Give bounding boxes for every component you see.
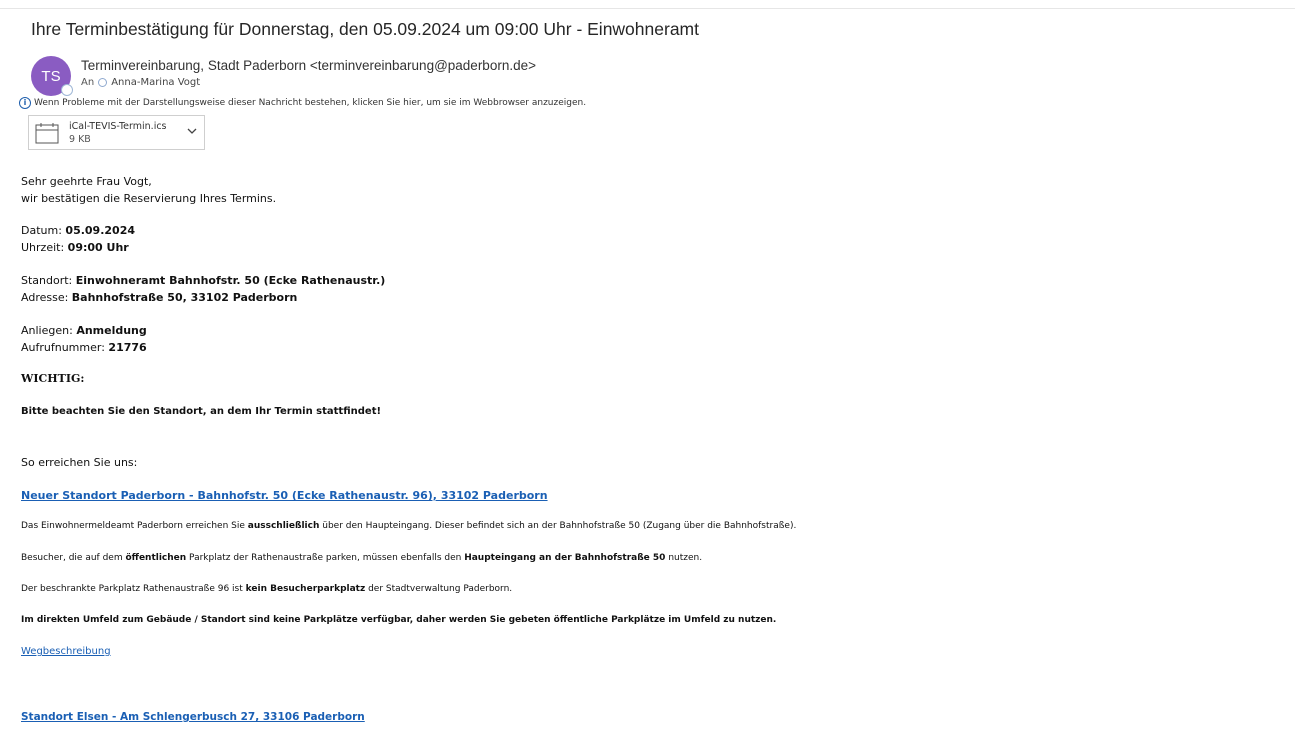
greeting: Sehr geehrte Frau Vogt, xyxy=(21,175,152,188)
p2-text-c: Parkplatz der Rathenaustraße parken, müs… xyxy=(186,553,465,563)
recipient-line: An Anna-Marina Vogt xyxy=(81,77,200,88)
datum-label: Datum: xyxy=(21,224,66,237)
p1-text-b: ausschließlich xyxy=(247,521,320,531)
anliegen-value: Anmeldung xyxy=(76,324,147,337)
uhrzeit-label: Uhrzeit: xyxy=(21,241,68,254)
intro-text: wir bestätigen die Reservierung Ihres Te… xyxy=(21,192,277,205)
standort-value: Einwohneramt Bahnhofstr. 50 (Ecke Rathen… xyxy=(75,274,386,287)
p3-text-b: kein Besucherparkplatz xyxy=(245,584,366,594)
uhrzeit-line: Uhrzeit: 09:00 Uhr xyxy=(21,241,129,254)
to-label: An xyxy=(81,77,95,88)
link-neuer-standort[interactable]: Neuer Standort Paderborn - Bahnhofstr. 5… xyxy=(21,489,548,502)
p2-text-a: Besucher, die auf dem xyxy=(21,553,126,563)
so-erreichen-text: So erreichen Sie uns: xyxy=(21,456,138,469)
recipient-name[interactable]: Anna-Marina Vogt xyxy=(111,77,200,88)
p2-text-d: Haupteingang an der Bahnhofstraße 50 xyxy=(464,553,666,563)
avatar-initials: TS xyxy=(41,67,61,85)
wichtig-heading: WICHTIG: xyxy=(21,372,85,385)
paragraph-parkplatz: Der beschrankte Parkplatz Rathenaustraße… xyxy=(21,584,512,594)
standort-line: Standort: Einwohneramt Bahnhofstr. 50 (E… xyxy=(21,274,385,287)
link-standort-elsen[interactable]: Standort Elsen - Am Schlengerbusch 27, 3… xyxy=(21,711,365,723)
link-wegbeschreibung[interactable]: Wegbeschreibung xyxy=(21,646,111,657)
standort-label: Standort: xyxy=(21,274,76,287)
aufrufnummer-value: 21776 xyxy=(108,341,147,354)
attachment-card[interactable]: iCal-TEVIS-Termin.ics 9 KB xyxy=(28,115,205,150)
email-subject: Ihre Terminbestätigung für Donnerstag, d… xyxy=(31,19,699,39)
adresse-line: Adresse: Bahnhofstraße 50, 33102 Paderbo… xyxy=(21,291,297,304)
info-bar-text[interactable]: Wenn Probleme mit der Darstellungsweise … xyxy=(34,98,586,108)
calendar-file-icon xyxy=(35,123,59,144)
top-divider xyxy=(0,8,1295,9)
attachment-name: iCal-TEVIS-Termin.ics xyxy=(69,121,167,132)
attachment-size: 9 KB xyxy=(69,134,91,145)
anliegen-line: Anliegen: Anmeldung xyxy=(21,324,147,337)
paragraph-umfeld: Im direkten Umfeld zum Gebäude / Standor… xyxy=(21,615,777,625)
p2-text-b: öffentlichen xyxy=(125,553,187,563)
info-bar[interactable]: i Wenn Probleme mit der Darstellungsweis… xyxy=(19,97,586,109)
adresse-value: Bahnhofstraße 50, 33102 Paderborn xyxy=(71,291,298,304)
aufrufnummer-line: Aufrufnummer: 21776 xyxy=(21,341,147,354)
sender-line[interactable]: Terminvereinbarung, Stadt Paderborn <ter… xyxy=(81,58,536,73)
aufrufnummer-label: Aufrufnummer: xyxy=(21,341,109,354)
chevron-down-icon[interactable] xyxy=(187,128,197,135)
p1-text-c: über den Haupteingang. Dieser befindet s… xyxy=(319,521,797,531)
datum-value: 05.09.2024 xyxy=(65,224,136,237)
paragraph-haupteingang: Das Einwohnermeldeamt Paderborn erreiche… xyxy=(21,521,796,531)
p1-text-a: Das Einwohnermeldeamt Paderborn erreiche… xyxy=(21,521,248,531)
datum-line: Datum: 05.09.2024 xyxy=(21,224,135,237)
info-icon: i xyxy=(19,97,31,109)
p3-text-c: der Stadtverwaltung Paderborn. xyxy=(365,584,513,594)
anliegen-label: Anliegen: xyxy=(21,324,77,337)
presence-status-icon xyxy=(61,84,73,96)
recipient-status-icon xyxy=(98,78,108,87)
p3-text-a: Der beschrankte Parkplatz Rathenaustraße… xyxy=(21,584,246,594)
uhrzeit-value: 09:00 Uhr xyxy=(67,241,129,254)
paragraph-besucher: Besucher, die auf dem öffentlichen Parkp… xyxy=(21,553,702,563)
beachten-note: Bitte beachten Sie den Standort, an dem … xyxy=(21,406,382,417)
p2-text-e: nutzen. xyxy=(665,553,703,563)
adresse-label: Adresse: xyxy=(21,291,72,304)
